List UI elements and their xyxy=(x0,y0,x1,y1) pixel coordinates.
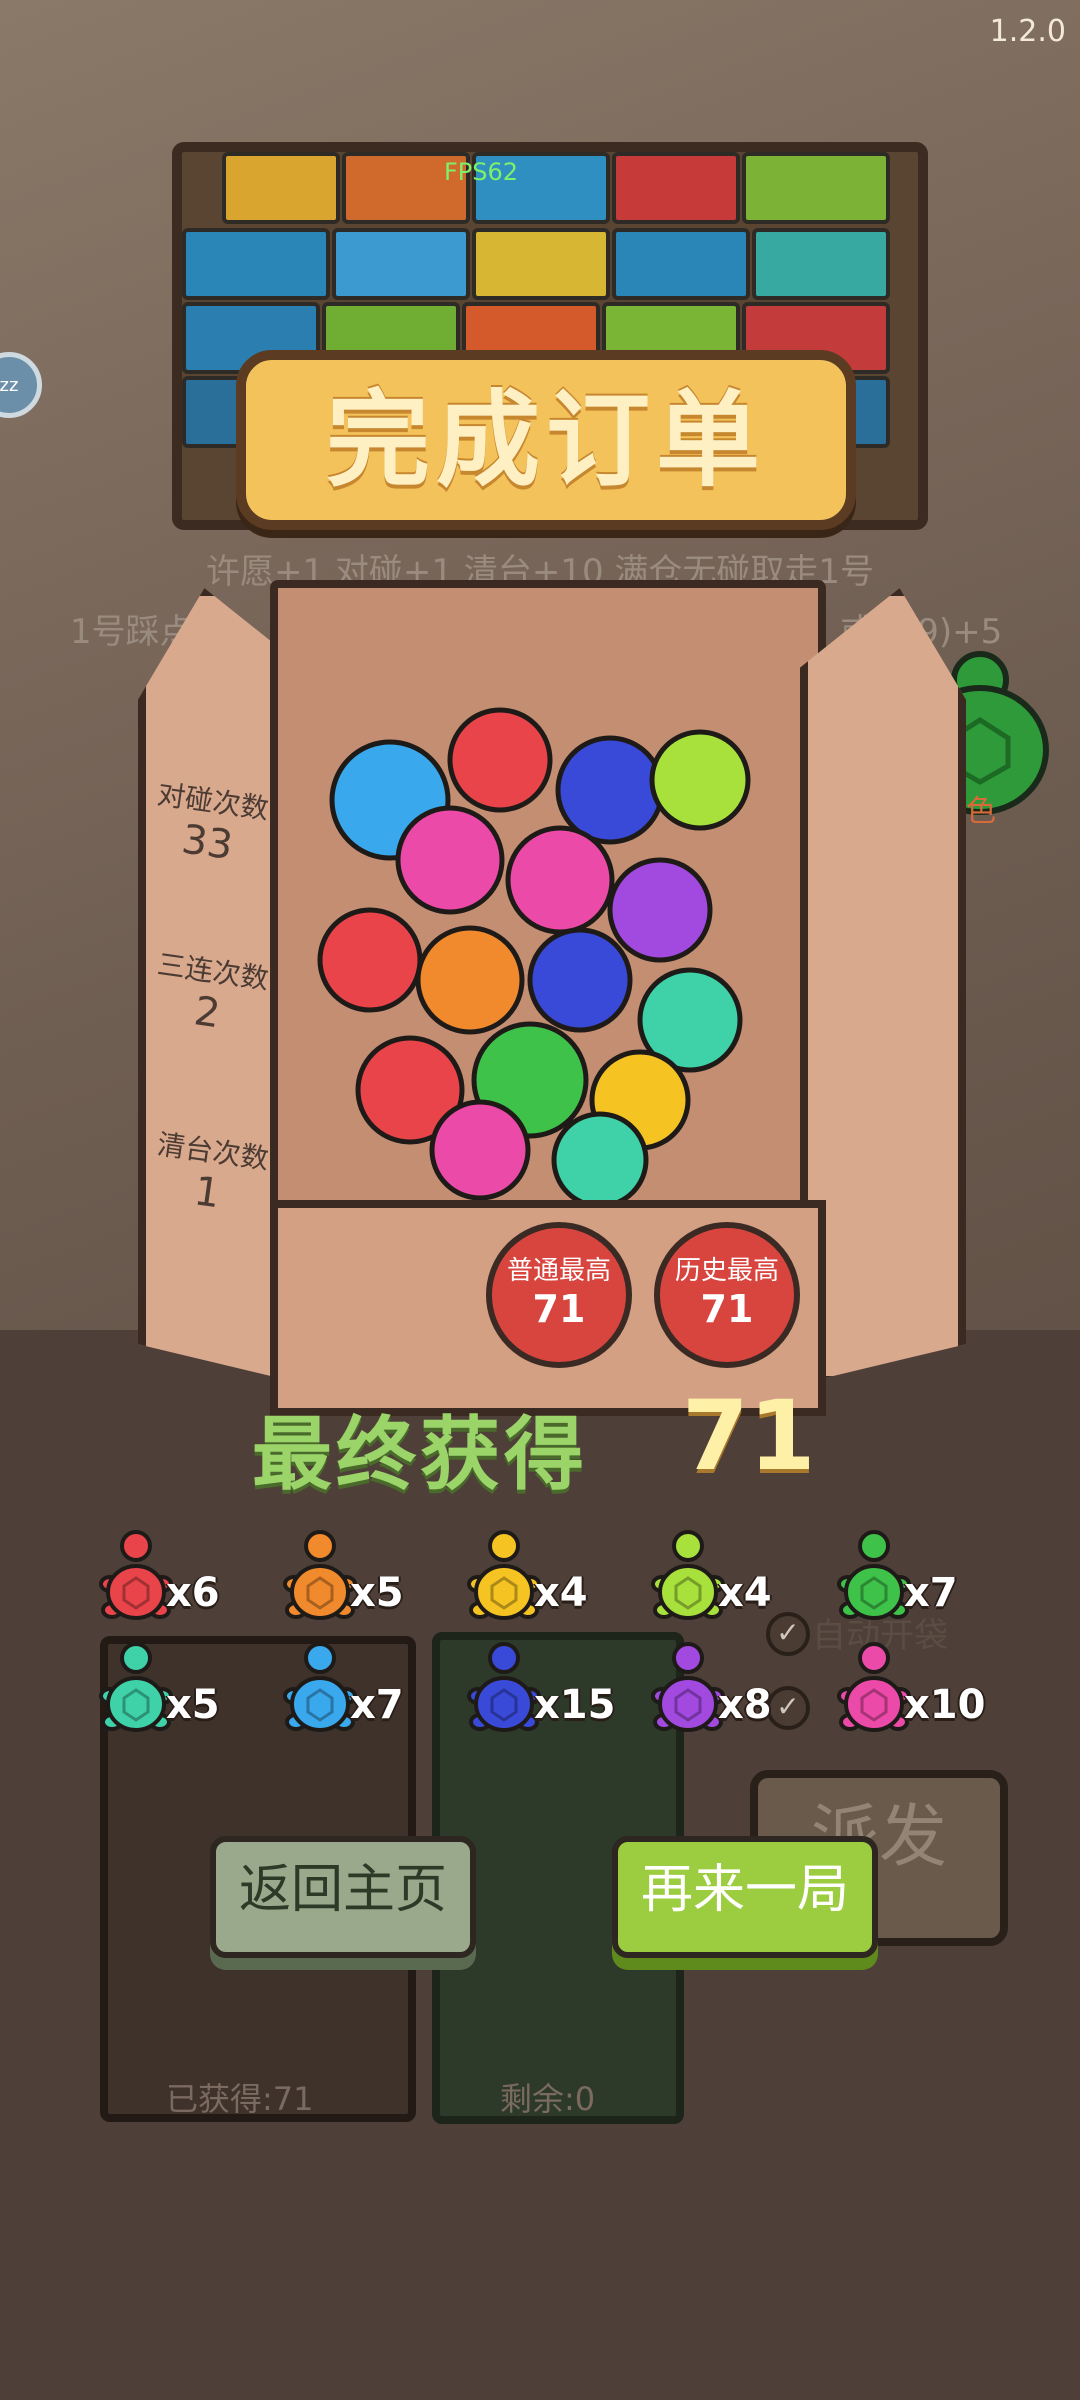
turtle-icon xyxy=(99,1530,173,1620)
return-home-button[interactable]: 返回主页 xyxy=(210,1836,476,1958)
reward-item: x15 xyxy=(464,1638,634,1748)
bag xyxy=(332,228,470,300)
turtle-icon xyxy=(651,1642,725,1732)
play-again-button[interactable]: 再来一局 xyxy=(612,1836,878,1958)
seal-label: 历史最高 xyxy=(674,1256,779,1286)
banner-title: 完成订单 xyxy=(325,379,766,501)
reward-item: x10 xyxy=(834,1638,1004,1748)
reward-count: x4 xyxy=(534,1570,588,1616)
sleep-badge-text: zz xyxy=(0,374,19,396)
normal-best-seal: 普通最高 71 xyxy=(486,1222,632,1368)
reward-count: x6 xyxy=(166,1570,220,1616)
reward-item: x4 xyxy=(464,1526,634,1636)
turtle-icon xyxy=(651,1530,725,1620)
bag xyxy=(612,228,750,300)
bag xyxy=(612,152,740,224)
turtle-icon xyxy=(99,1642,173,1732)
turtle-icon xyxy=(837,1530,911,1620)
reward-count: x4 xyxy=(718,1570,772,1616)
final-score-label: 最终获得 xyxy=(252,1408,588,1501)
version-label: 1.2.0 xyxy=(989,14,1066,49)
reward-count: x8 xyxy=(718,1682,772,1728)
bag xyxy=(472,228,610,300)
reward-item: x5 xyxy=(96,1638,266,1748)
seal-label: 普通最高 xyxy=(506,1256,611,1286)
reward-count: x5 xyxy=(350,1570,404,1616)
reward-count: x15 xyxy=(534,1682,616,1728)
reward-item: x8 xyxy=(648,1638,818,1748)
turtle-icon xyxy=(467,1530,541,1620)
reward-item: x6 xyxy=(96,1526,266,1636)
seal-value: 71 xyxy=(532,1287,586,1331)
reward-count: x5 xyxy=(166,1682,220,1728)
final-score-value: 71 xyxy=(682,1380,816,1492)
remaining-count: 剩余:0 xyxy=(500,2080,596,2118)
reward-item: x5 xyxy=(280,1526,450,1636)
reward-count: x7 xyxy=(350,1682,404,1728)
bag xyxy=(752,228,890,300)
bag xyxy=(182,228,330,300)
reward-count: x10 xyxy=(904,1682,986,1728)
final-score: 最终获得 71 xyxy=(252,1380,852,1501)
history-best-seal: 历史最高 71 xyxy=(654,1222,800,1368)
reward-item: x4 xyxy=(648,1526,818,1636)
turtle-icon xyxy=(467,1642,541,1732)
turtle-icon xyxy=(283,1642,357,1732)
reward-count: x7 xyxy=(904,1570,958,1616)
complete-order-banner: 完成订单 xyxy=(236,350,856,530)
seal-value: 71 xyxy=(700,1287,754,1331)
bag xyxy=(742,152,890,224)
obtained-count: 已获得:71 xyxy=(166,2080,314,2118)
turtle-pile-image xyxy=(317,707,751,1200)
turtle-icon xyxy=(837,1642,911,1732)
bag xyxy=(222,152,340,224)
reward-item: x7 xyxy=(834,1526,1004,1636)
reward-item: x7 xyxy=(280,1638,450,1748)
fps-counter: FPS62 xyxy=(444,158,519,186)
turtle-icon xyxy=(283,1530,357,1620)
